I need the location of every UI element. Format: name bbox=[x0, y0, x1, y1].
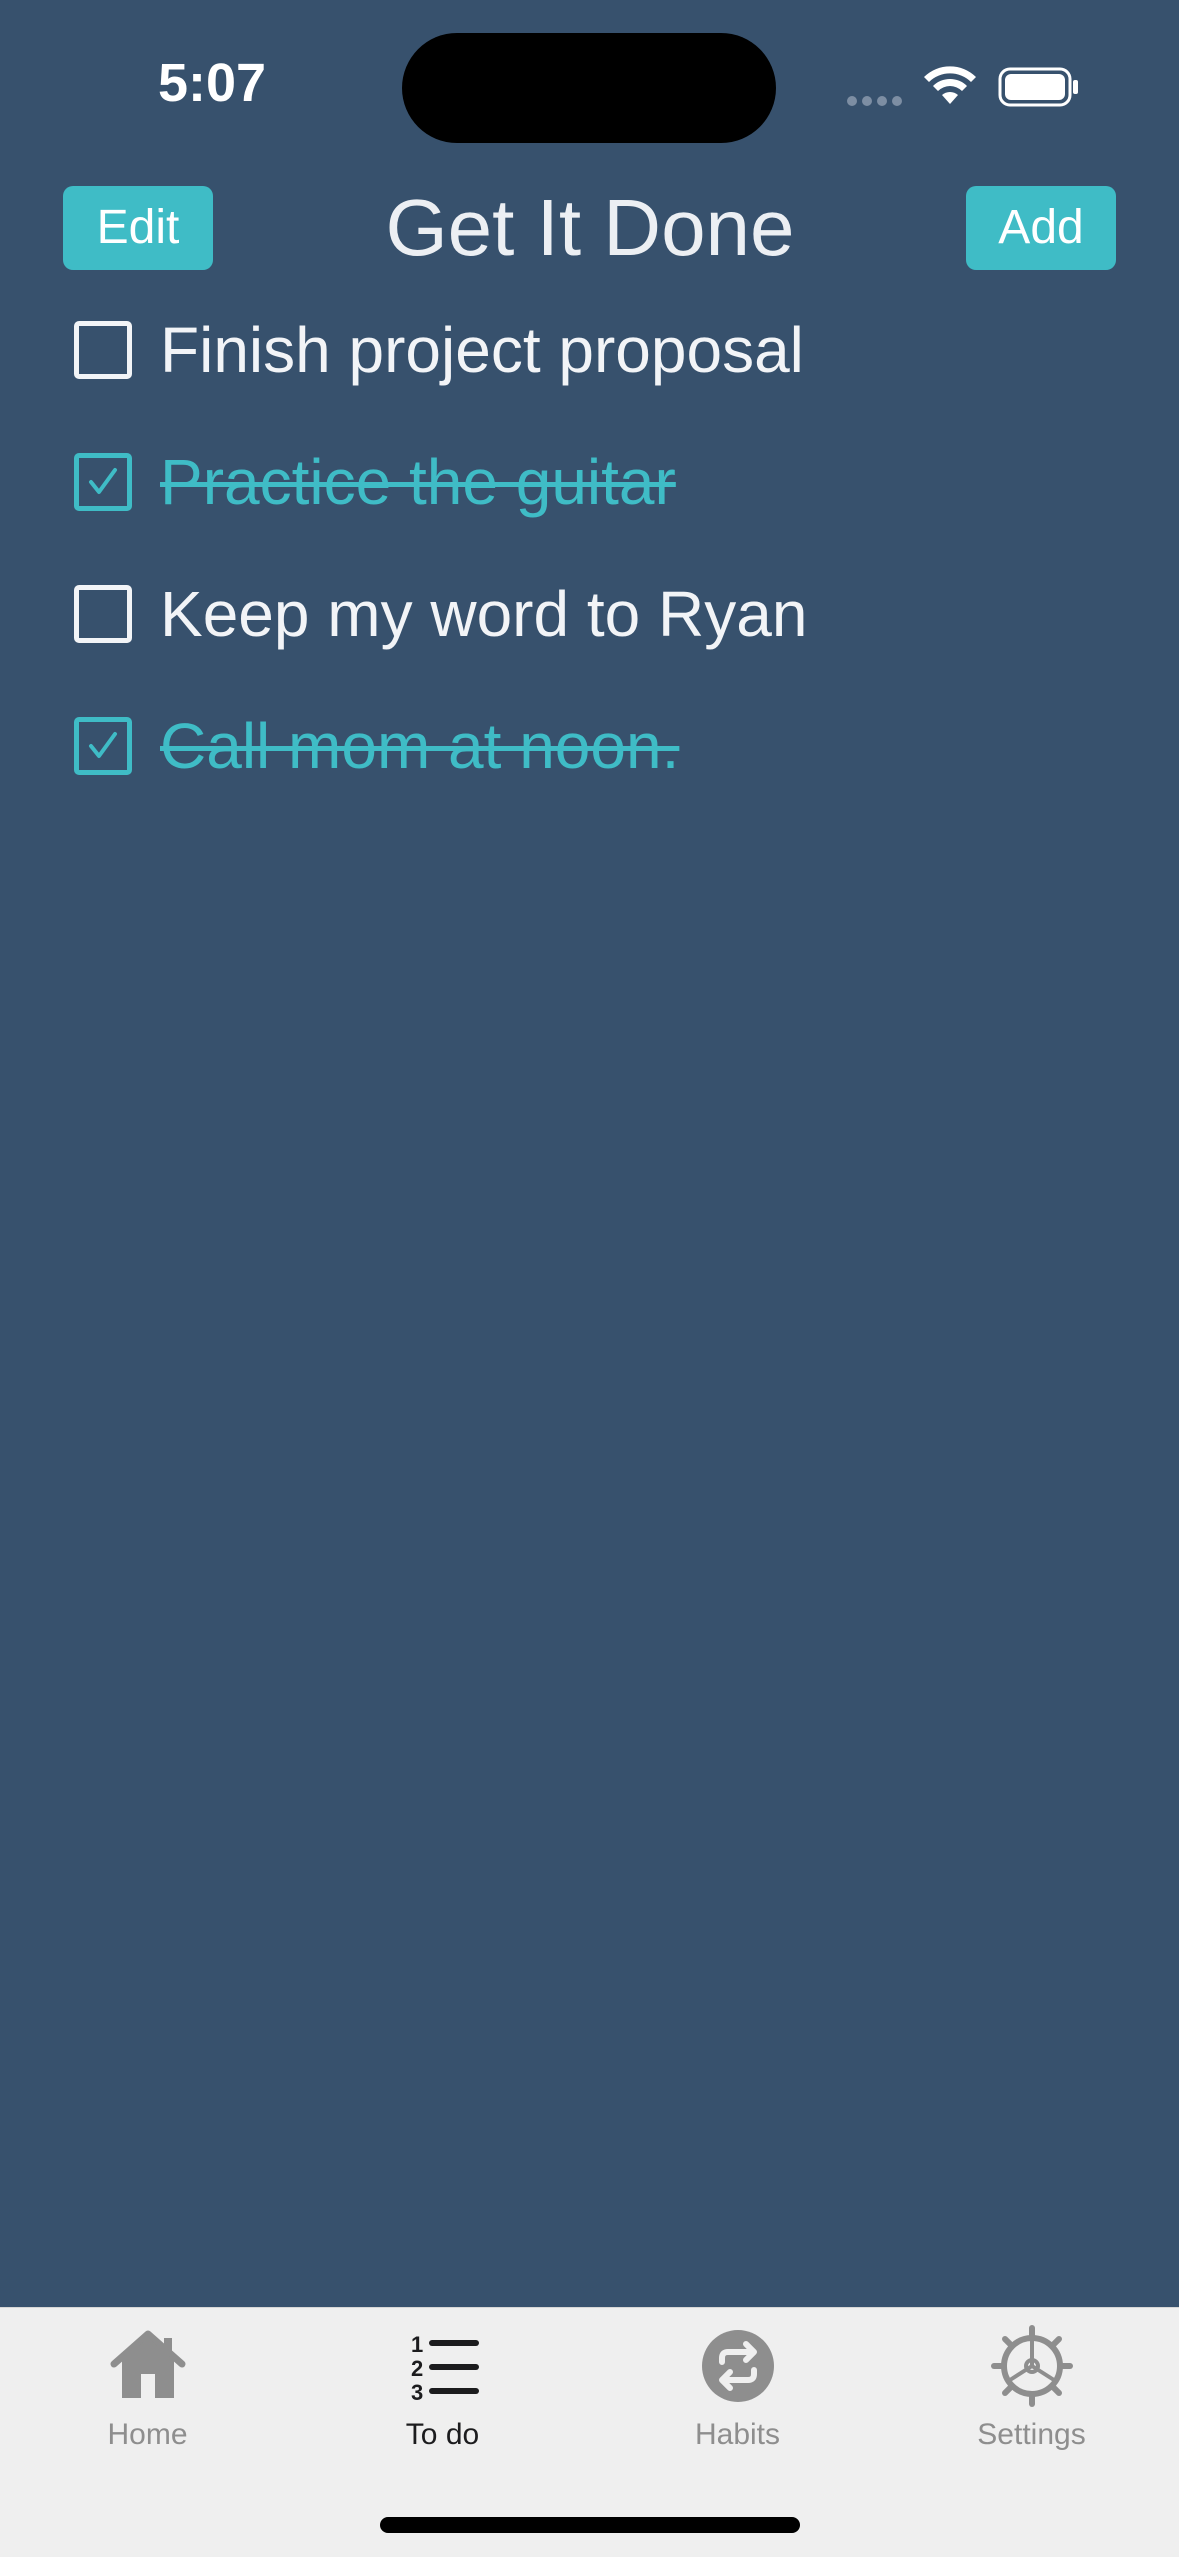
status-bar: 5:07 bbox=[0, 0, 1179, 150]
tab-habits[interactable]: Habits bbox=[590, 2324, 885, 2474]
todo-item[interactable]: Practice the guitar bbox=[74, 442, 676, 522]
repeat-icon bbox=[701, 2330, 774, 2402]
todo-text: Finish project proposal bbox=[160, 314, 804, 386]
battery-icon bbox=[998, 67, 1078, 107]
svg-text:3: 3 bbox=[411, 2380, 423, 2405]
checkmark-icon bbox=[89, 468, 117, 494]
tab-label: Settings bbox=[977, 2418, 1086, 2451]
todo-item[interactable]: Keep my word to Ryan bbox=[74, 574, 807, 654]
cellular-signal-icon bbox=[847, 96, 902, 106]
status-time: 5:07 bbox=[158, 53, 267, 113]
dynamic-island bbox=[402, 33, 776, 143]
tab-label: To do bbox=[405, 2418, 480, 2451]
tab-label: Habits bbox=[694, 2418, 781, 2451]
checkbox-checked[interactable] bbox=[74, 717, 132, 775]
checkmark-icon bbox=[89, 732, 117, 758]
todo-item[interactable]: Finish project proposal bbox=[74, 310, 804, 390]
tab-settings[interactable]: Settings bbox=[884, 2324, 1179, 2474]
navigation-bar: Edit Get It Done Add bbox=[0, 180, 1179, 276]
checkbox-checked[interactable] bbox=[74, 453, 132, 511]
house-icon bbox=[110, 2330, 185, 2398]
todo-text: Keep my word to Ryan bbox=[160, 578, 808, 650]
svg-text:2: 2 bbox=[411, 2356, 423, 2381]
edit-button[interactable]: Edit bbox=[63, 186, 213, 270]
todo-item[interactable]: Call mom at noon. bbox=[74, 706, 679, 786]
numbered-list-icon: 1 2 3 bbox=[411, 2332, 479, 2405]
tab-home[interactable]: Home bbox=[0, 2324, 295, 2474]
tab-todo[interactable]: 1 2 3 To do bbox=[295, 2324, 590, 2474]
tab-label: Home bbox=[107, 2418, 188, 2451]
page-title: Get It Done bbox=[385, 183, 795, 272]
svg-text:1: 1 bbox=[411, 2332, 423, 2357]
gear-icon bbox=[990, 2325, 1073, 2407]
todo-text: Call mom at noon. bbox=[160, 710, 680, 782]
wifi-icon bbox=[924, 66, 976, 104]
checkbox-unchecked[interactable] bbox=[74, 321, 132, 379]
todo-text: Practice the guitar bbox=[160, 446, 676, 518]
home-indicator[interactable] bbox=[380, 2517, 800, 2533]
add-button[interactable]: Add bbox=[966, 186, 1116, 270]
checkbox-unchecked[interactable] bbox=[74, 585, 132, 643]
